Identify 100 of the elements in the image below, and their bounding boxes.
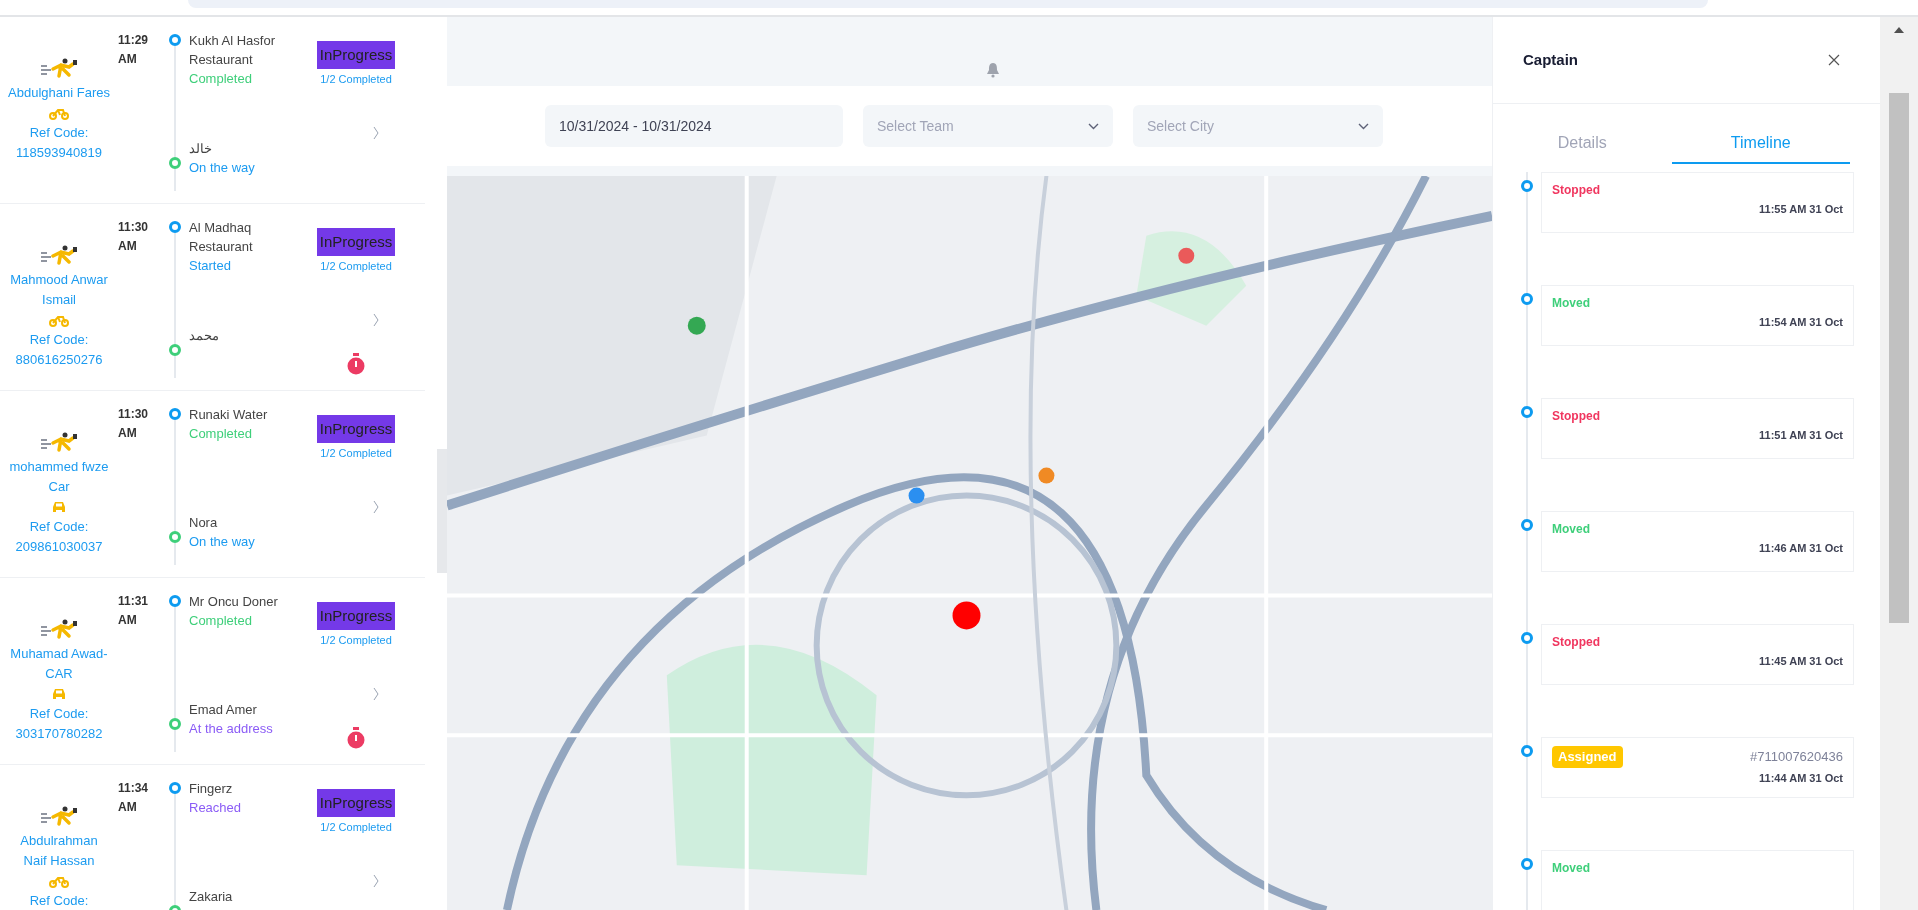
ref-code-label: Ref Code: bbox=[29, 892, 89, 910]
event-label: Moved bbox=[1552, 860, 1590, 877]
courier-icon bbox=[39, 57, 79, 79]
order-time: 11:29 bbox=[118, 32, 150, 49]
progress-text: 1/2 Completed bbox=[320, 72, 392, 87]
timeline-marker-icon bbox=[1521, 858, 1533, 870]
event-label: Stopped bbox=[1552, 634, 1600, 651]
order-number: #711007620436 bbox=[1749, 748, 1843, 767]
order-time: 11:34 bbox=[118, 780, 150, 797]
timeline-marker-icon bbox=[1521, 293, 1533, 305]
pickup-status: Completed bbox=[189, 612, 253, 630]
order-card[interactable]: Muhamad Awad-CAR Ref Code: 303170780282 11:31 AM Mr Oncu Doner Completed Emad Amer At the address InProgress 1/2 Completed bbox=[0, 578, 425, 765]
event-time: 11:55 AM 31 Oct bbox=[1759, 202, 1843, 217]
dropoff-marker-icon bbox=[169, 718, 181, 730]
status-badge: InProgress bbox=[316, 415, 396, 443]
pickup-marker-icon bbox=[169, 595, 181, 607]
pickup-name: Mr Oncu Doner bbox=[189, 593, 279, 611]
time-meridiem: AM bbox=[118, 799, 138, 816]
pickup-status: Completed bbox=[189, 425, 253, 443]
order-card[interactable]: mohammed fwze Car Ref Code: 209861030037 11:30 AM Runaki Water Completed Nora On the way InProgress 1/2 Completed bbox=[0, 391, 425, 578]
pickup-marker-icon bbox=[169, 782, 181, 794]
captain-name: mohammed fwze Car bbox=[8, 458, 110, 496]
scroll-up-icon[interactable] bbox=[1894, 27, 1904, 33]
bell-icon[interactable] bbox=[985, 62, 1000, 78]
ref-code-label: Ref Code: bbox=[29, 705, 89, 723]
event-time: 11:46 AM 31 Oct bbox=[1759, 541, 1843, 556]
chevron-right-icon[interactable] bbox=[373, 125, 379, 140]
chevron-right-icon[interactable] bbox=[373, 499, 379, 514]
time-meridiem: AM bbox=[118, 612, 138, 629]
chevron-down-icon bbox=[1088, 122, 1099, 130]
event-label: Stopped bbox=[1552, 408, 1600, 425]
status-badge: InProgress bbox=[316, 41, 396, 69]
dropoff-name: Zakaria bbox=[189, 888, 234, 906]
time-meridiem: AM bbox=[118, 425, 138, 442]
close-icon[interactable] bbox=[1828, 54, 1840, 66]
order-time: 11:30 bbox=[118, 219, 150, 236]
ref-code-label: Ref Code: bbox=[29, 331, 89, 349]
chevron-down-icon bbox=[1358, 122, 1369, 130]
dropoff-status: On the way bbox=[189, 159, 256, 177]
ref-code-label: Ref Code: bbox=[29, 124, 89, 142]
pickup-marker-icon bbox=[169, 34, 181, 46]
ref-code: 209861030037 bbox=[15, 538, 103, 556]
pickup-name: Kukh Al Hasfor Restaurant bbox=[189, 32, 276, 69]
time-meridiem: AM bbox=[118, 238, 138, 255]
ref-code: 303170780282 bbox=[15, 725, 103, 743]
status-badge: InProgress bbox=[316, 602, 396, 630]
captain-name: Abdulrahman Naif Hassan bbox=[19, 832, 99, 870]
progress-text: 1/2 Completed bbox=[320, 820, 392, 835]
pickup-marker-icon bbox=[169, 221, 181, 233]
order-time: 11:31 bbox=[118, 593, 150, 610]
pickup-status: Started bbox=[189, 257, 232, 275]
progress-text: 1/2 Completed bbox=[320, 259, 392, 274]
event-label: Stopped bbox=[1552, 182, 1600, 199]
chevron-right-icon[interactable] bbox=[373, 873, 379, 888]
courier-icon bbox=[39, 805, 79, 827]
dropoff-marker-icon bbox=[169, 344, 181, 356]
pickup-marker-icon bbox=[169, 408, 181, 420]
ref-code: 880616250276 bbox=[15, 351, 103, 369]
assigned-badge: Assigned bbox=[1552, 746, 1623, 768]
event-time: 11:51 AM 31 Oct bbox=[1759, 428, 1843, 443]
dropoff-status: On the way bbox=[189, 533, 256, 551]
pickup-status: Completed bbox=[189, 70, 253, 88]
dropoff-status: At the address bbox=[189, 720, 274, 738]
dropoff-name: Nora bbox=[189, 514, 219, 532]
timeline-marker-icon bbox=[1521, 519, 1533, 531]
captain-name: Mahmood Anwar Ismail bbox=[9, 271, 109, 309]
order-card[interactable]: Abdulrahman Naif Hassan Ref Code: 11:34 AM Fingerz Reached Zakaria InProgress 1/2 Completed bbox=[0, 765, 425, 910]
pickup-status: Reached bbox=[189, 799, 243, 817]
courier-icon bbox=[39, 618, 79, 640]
event-time: 11:45 AM 31 Oct bbox=[1759, 654, 1843, 669]
pickup-name: Fingerz bbox=[189, 780, 234, 798]
captain-name: Muhamad Awad-CAR bbox=[9, 645, 109, 683]
event-time: 11:54 AM 31 Oct bbox=[1759, 315, 1843, 330]
scrollbar-thumb[interactable] bbox=[1889, 93, 1909, 623]
chevron-right-icon[interactable] bbox=[373, 686, 379, 701]
courier-icon bbox=[39, 431, 79, 453]
timeline-marker-icon bbox=[1521, 745, 1533, 757]
dropoff-name: خالد bbox=[189, 140, 213, 158]
courier-icon bbox=[39, 244, 79, 266]
chevron-right-icon[interactable] bbox=[373, 312, 379, 327]
status-badge: InProgress bbox=[316, 228, 396, 256]
timeline-marker-icon bbox=[1521, 180, 1533, 192]
dropoff-marker-icon bbox=[169, 531, 181, 543]
event-time: 11:44 AM 31 Oct bbox=[1759, 771, 1843, 786]
time-meridiem: AM bbox=[118, 51, 138, 68]
timeline-marker-icon bbox=[1521, 406, 1533, 418]
progress-text: 1/2 Completed bbox=[320, 446, 392, 461]
scrollbar-thumb[interactable] bbox=[437, 449, 447, 573]
timeline-marker-icon bbox=[1521, 632, 1533, 644]
event-label: Moved bbox=[1552, 521, 1590, 538]
status-badge: InProgress bbox=[316, 789, 396, 817]
ref-code-label: Ref Code: bbox=[29, 518, 89, 536]
dropoff-name: Emad Amer bbox=[189, 701, 258, 719]
pickup-name: Al Madhaq Restaurant bbox=[189, 219, 254, 256]
date-range-field[interactable]: 10/31/2024 - 10/31/2024 bbox=[545, 105, 843, 147]
dropoff-name: محمد bbox=[189, 327, 220, 345]
captain-name: Abdulghani Fares bbox=[8, 84, 110, 102]
progress-text: 1/2 Completed bbox=[320, 633, 392, 648]
dropoff-marker-icon bbox=[169, 157, 181, 169]
event-label: Moved bbox=[1552, 295, 1590, 312]
